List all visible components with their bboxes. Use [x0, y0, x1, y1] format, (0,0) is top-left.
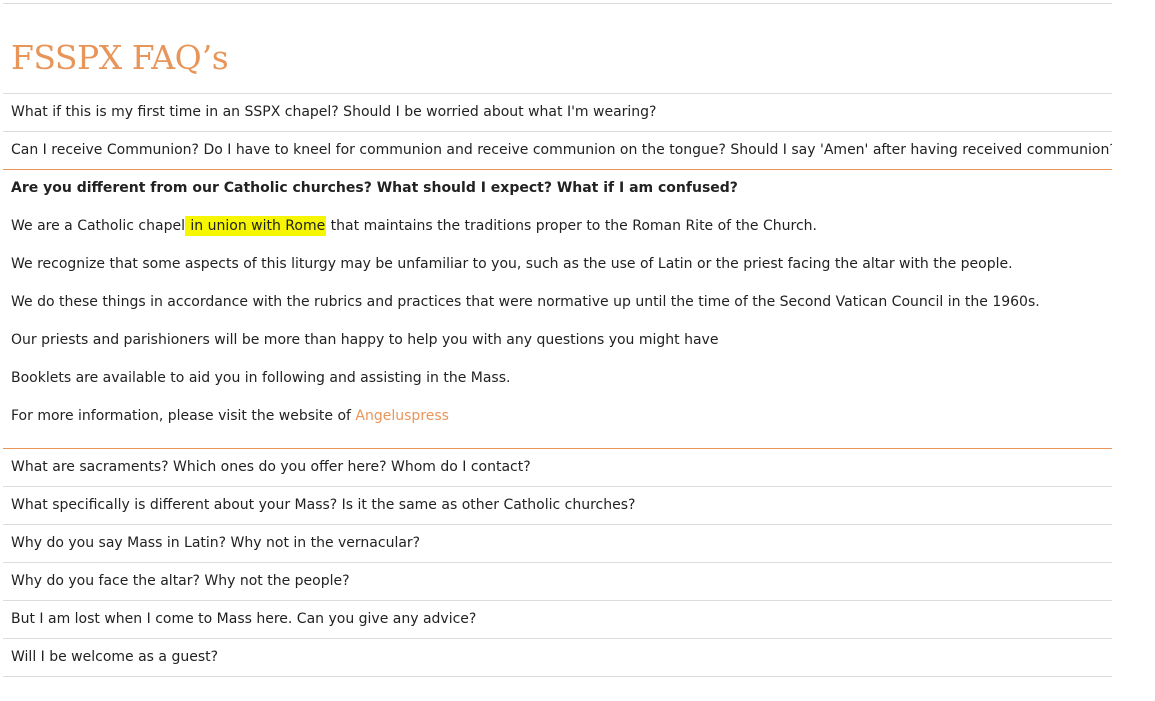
faq-question-first-time[interactable]: What if this is my first time in an SSPX…: [3, 94, 1112, 131]
highlighted-text: in union with Rome: [184, 216, 327, 236]
faq-answer: We are a Catholic chapel in union with R…: [3, 207, 1112, 448]
faq-item: What are sacraments? Which ones do you o…: [3, 449, 1112, 486]
top-divider: [3, 3, 1112, 4]
faq-question-mass-difference[interactable]: What specifically is different about you…: [3, 487, 1112, 524]
faq-question-welcome-guest[interactable]: Will I be welcome as a guest?: [3, 639, 1112, 676]
faq-accordion: What if this is my first time in an SSPX…: [3, 93, 1112, 677]
faq-item: But I am lost when I come to Mass here. …: [3, 600, 1112, 638]
angeluspress-link[interactable]: Angeluspress: [355, 408, 449, 424]
answer-paragraph: Our priests and parishioners will be mor…: [11, 332, 719, 348]
faq-item: What if this is my first time in an SSPX…: [3, 93, 1112, 131]
faq-question-lost-advice[interactable]: But I am lost when I come to Mass here. …: [3, 601, 1112, 638]
faq-item: Will I be welcome as a guest?: [3, 638, 1112, 677]
answer-paragraph: Booklets are available to aid you in fol…: [11, 370, 511, 386]
faq-question-face-altar[interactable]: Why do you face the altar? Why not the p…: [3, 563, 1112, 600]
faq-item: Can I receive Communion? Do I have to kn…: [3, 131, 1112, 169]
answer-paragraph: We recognize that some aspects of this l…: [11, 256, 1013, 272]
answer-text: that maintains the traditions proper to …: [326, 218, 817, 234]
faq-item: What specifically is different about you…: [3, 486, 1112, 524]
answer-paragraph: For more information, please visit the w…: [11, 397, 1112, 435]
faq-item: Why do you say Mass in Latin? Why not in…: [3, 524, 1112, 562]
faq-question-latin[interactable]: Why do you say Mass in Latin? Why not in…: [3, 525, 1112, 562]
page-title: FSSPX FAQ’s: [11, 38, 229, 77]
answer-paragraph: We are a Catholic chapel in union with R…: [11, 207, 1112, 245]
answer-text: We are a Catholic chapel: [11, 218, 185, 234]
faq-question-sacraments[interactable]: What are sacraments? Which ones do you o…: [3, 449, 1112, 486]
faq-question-communion[interactable]: Can I receive Communion? Do I have to kn…: [3, 132, 1112, 169]
answer-text: For more information, please visit the w…: [11, 408, 356, 424]
faq-question-different[interactable]: Are you different from our Catholic chur…: [3, 170, 1112, 207]
faq-item: Why do you face the altar? Why not the p…: [3, 562, 1112, 600]
faq-item-expanded: Are you different from our Catholic chur…: [3, 169, 1112, 449]
answer-paragraph: We do these things in accordance with th…: [11, 294, 1040, 310]
